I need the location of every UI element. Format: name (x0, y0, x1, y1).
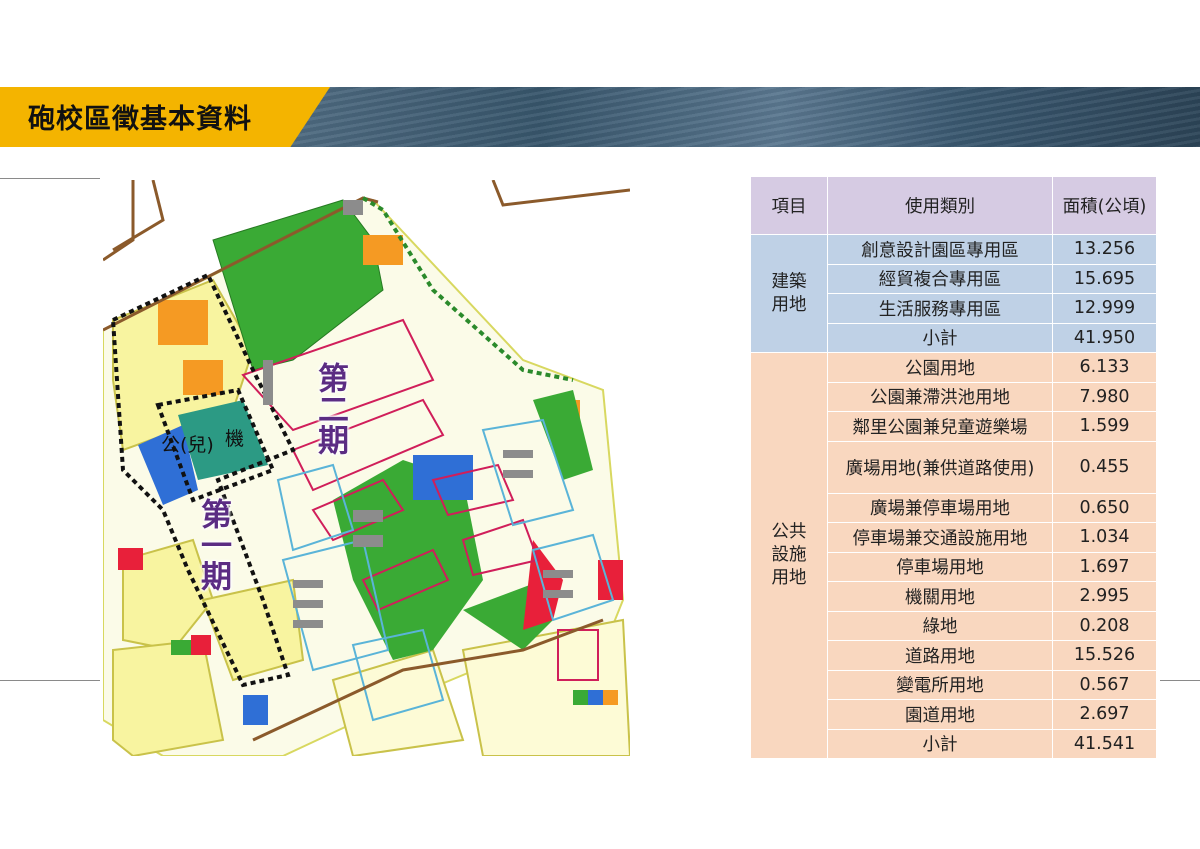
area-cell: 0.455 (1052, 440, 1157, 494)
use-type-cell: 停車場用地 (827, 551, 1053, 582)
area-cell: 2.995 (1052, 581, 1157, 612)
category-building: 建築用地 (750, 234, 828, 353)
page-title: 砲校區徵基本資料 (28, 104, 252, 135)
use-type-cell: 小計 (827, 728, 1053, 759)
area-cell: 1.034 (1052, 522, 1157, 553)
use-type-cell: 公園用地 (827, 352, 1053, 383)
header-use-type: 使用類別 (827, 176, 1053, 235)
table-row: 公共設施用地 公園用地 6.133 (750, 352, 1157, 759)
area-cell: 15.526 (1052, 640, 1157, 671)
land-use-table: 項目 使用類別 面積(公頃) 建築用地 創意設計園區專用區 13.256 經貿複… (750, 176, 1157, 759)
use-type-cell: 生活服務專用區 (827, 293, 1053, 324)
area-cell: 15.695 (1052, 263, 1157, 294)
header-area: 面積(公頃) (1052, 176, 1157, 235)
area-cell: 6.133 (1052, 352, 1157, 383)
area-cell: 0.650 (1052, 492, 1157, 523)
area-cell: 0.208 (1052, 610, 1157, 641)
use-type-cell: 機關用地 (827, 581, 1053, 612)
use-type-cell: 公園兼滯洪池用地 (827, 381, 1053, 412)
use-type-cell: 綠地 (827, 610, 1053, 641)
area-cell: 41.950 (1052, 322, 1157, 353)
phase2-label: 第二期 (312, 362, 348, 455)
table-row: 建築用地 創意設計園區專用區 13.256 (750, 234, 1157, 353)
use-type-cell: 廣場用地(兼供道路使用) (827, 440, 1053, 494)
table-header-row: 項目 使用類別 面積(公頃) (750, 176, 1157, 235)
header-item: 項目 (750, 176, 828, 235)
phase1-label: 第一期 (195, 498, 231, 591)
area-cell: 1.697 (1052, 551, 1157, 582)
use-type-cell: 小計 (827, 322, 1053, 353)
divider-bottom (0, 680, 100, 681)
use-type-cell: 道路用地 (827, 640, 1053, 671)
area-cell: 2.697 (1052, 699, 1157, 730)
divider-top (0, 178, 100, 179)
area-cell: 0.567 (1052, 669, 1157, 700)
category-public-label: 公共設施用地 (771, 522, 807, 588)
category-building-label: 建築用地 (771, 271, 807, 315)
divider-bottom-right (1160, 680, 1200, 681)
area-cell: 1.599 (1052, 411, 1157, 442)
area-cell: 7.980 (1052, 381, 1157, 412)
category-public: 公共設施用地 (750, 352, 828, 759)
use-type-cell: 變電所用地 (827, 669, 1053, 700)
area-cell: 12.999 (1052, 293, 1157, 324)
use-type-cell: 園道用地 (827, 699, 1053, 730)
use-type-cell: 創意設計園區專用區 (827, 234, 1053, 265)
use-type-cell: 廣場兼停車場用地 (827, 492, 1053, 523)
use-type-cell: 鄰里公園兼兒童遊樂場 (827, 411, 1053, 442)
agency-label: 機 (225, 428, 245, 450)
zoning-map: 第一期 第二期 公(兒) 機 (103, 180, 630, 756)
header-banner: 砲校區徵基本資料 (0, 87, 1200, 147)
use-type-cell: 停車場兼交通設施用地 (827, 522, 1053, 553)
park-label: 公(兒) (161, 434, 214, 456)
zoning-map-drawing (103, 180, 630, 756)
area-cell: 13.256 (1052, 234, 1157, 265)
area-cell: 41.541 (1052, 728, 1157, 759)
use-type-cell: 經貿複合專用區 (827, 263, 1053, 294)
